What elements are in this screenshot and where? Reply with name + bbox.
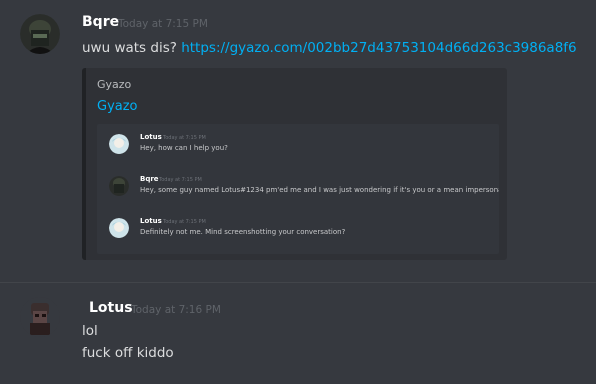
message-text: uwu wats dis? — [82, 40, 177, 56]
lotus-avatar — [109, 134, 129, 154]
bqre-avatar[interactable] — [20, 14, 60, 54]
username[interactable]: Bqre — [82, 14, 119, 30]
screenshot-text: Definitely not me. Mind screenshotting y… — [140, 228, 346, 236]
lotus-avatar — [109, 218, 129, 238]
embed-screenshot-image[interactable]: Lotus Today at 7:15 PM Hey, how can I he… — [97, 124, 499, 254]
username[interactable]: Lotus — [89, 300, 133, 316]
dark-figure-avatar-icon — [20, 297, 60, 337]
message-timestamp: Today at 7:15 PM — [118, 18, 208, 30]
dark-hooded-figure-avatar-icon — [20, 14, 60, 54]
lotus-avatar[interactable] — [20, 297, 60, 337]
dark-hooded-figure-avatar-icon — [109, 176, 129, 196]
embed-title[interactable]: Gyazo — [97, 99, 138, 114]
screenshot-text: Hey, how can I help you? — [140, 144, 228, 152]
link-embed: Gyazo Gyazo Lotus Today at 7:15 PM Hey, … — [82, 68, 507, 260]
message-timestamp: Today at 7:16 PM — [131, 304, 221, 316]
message-group-bqre: Bqre Today at 7:15 PM uwu wats dis? http… — [0, 0, 596, 282]
screenshot-timestamp: Today at 7:15 PM — [159, 177, 202, 183]
anime-character-avatar-icon — [109, 134, 129, 154]
screenshot-username: Lotus — [140, 217, 162, 225]
message-group-lotus: Lotus Today at 7:16 PM lol fuck off kidd… — [0, 283, 596, 384]
bqre-avatar — [109, 176, 129, 196]
message-line: fuck off kiddo — [82, 345, 174, 361]
message-line: lol — [82, 323, 98, 339]
embed-provider: Gyazo — [97, 78, 132, 91]
screenshot-timestamp: Today at 7:15 PM — [163, 219, 206, 225]
screenshot-username: Lotus — [140, 133, 162, 141]
screenshot-username: Bqre — [140, 175, 159, 183]
screenshot-timestamp: Today at 7:15 PM — [163, 135, 206, 141]
message-link[interactable]: https://gyazo.com/002bb27d43753104d66d26… — [181, 40, 576, 56]
screenshot-text: Hey, some guy named Lotus#1234 pm'ed me … — [140, 186, 499, 194]
anime-character-avatar-icon — [109, 218, 129, 238]
message-content: uwu wats dis? https://gyazo.com/002bb27d… — [82, 40, 577, 56]
